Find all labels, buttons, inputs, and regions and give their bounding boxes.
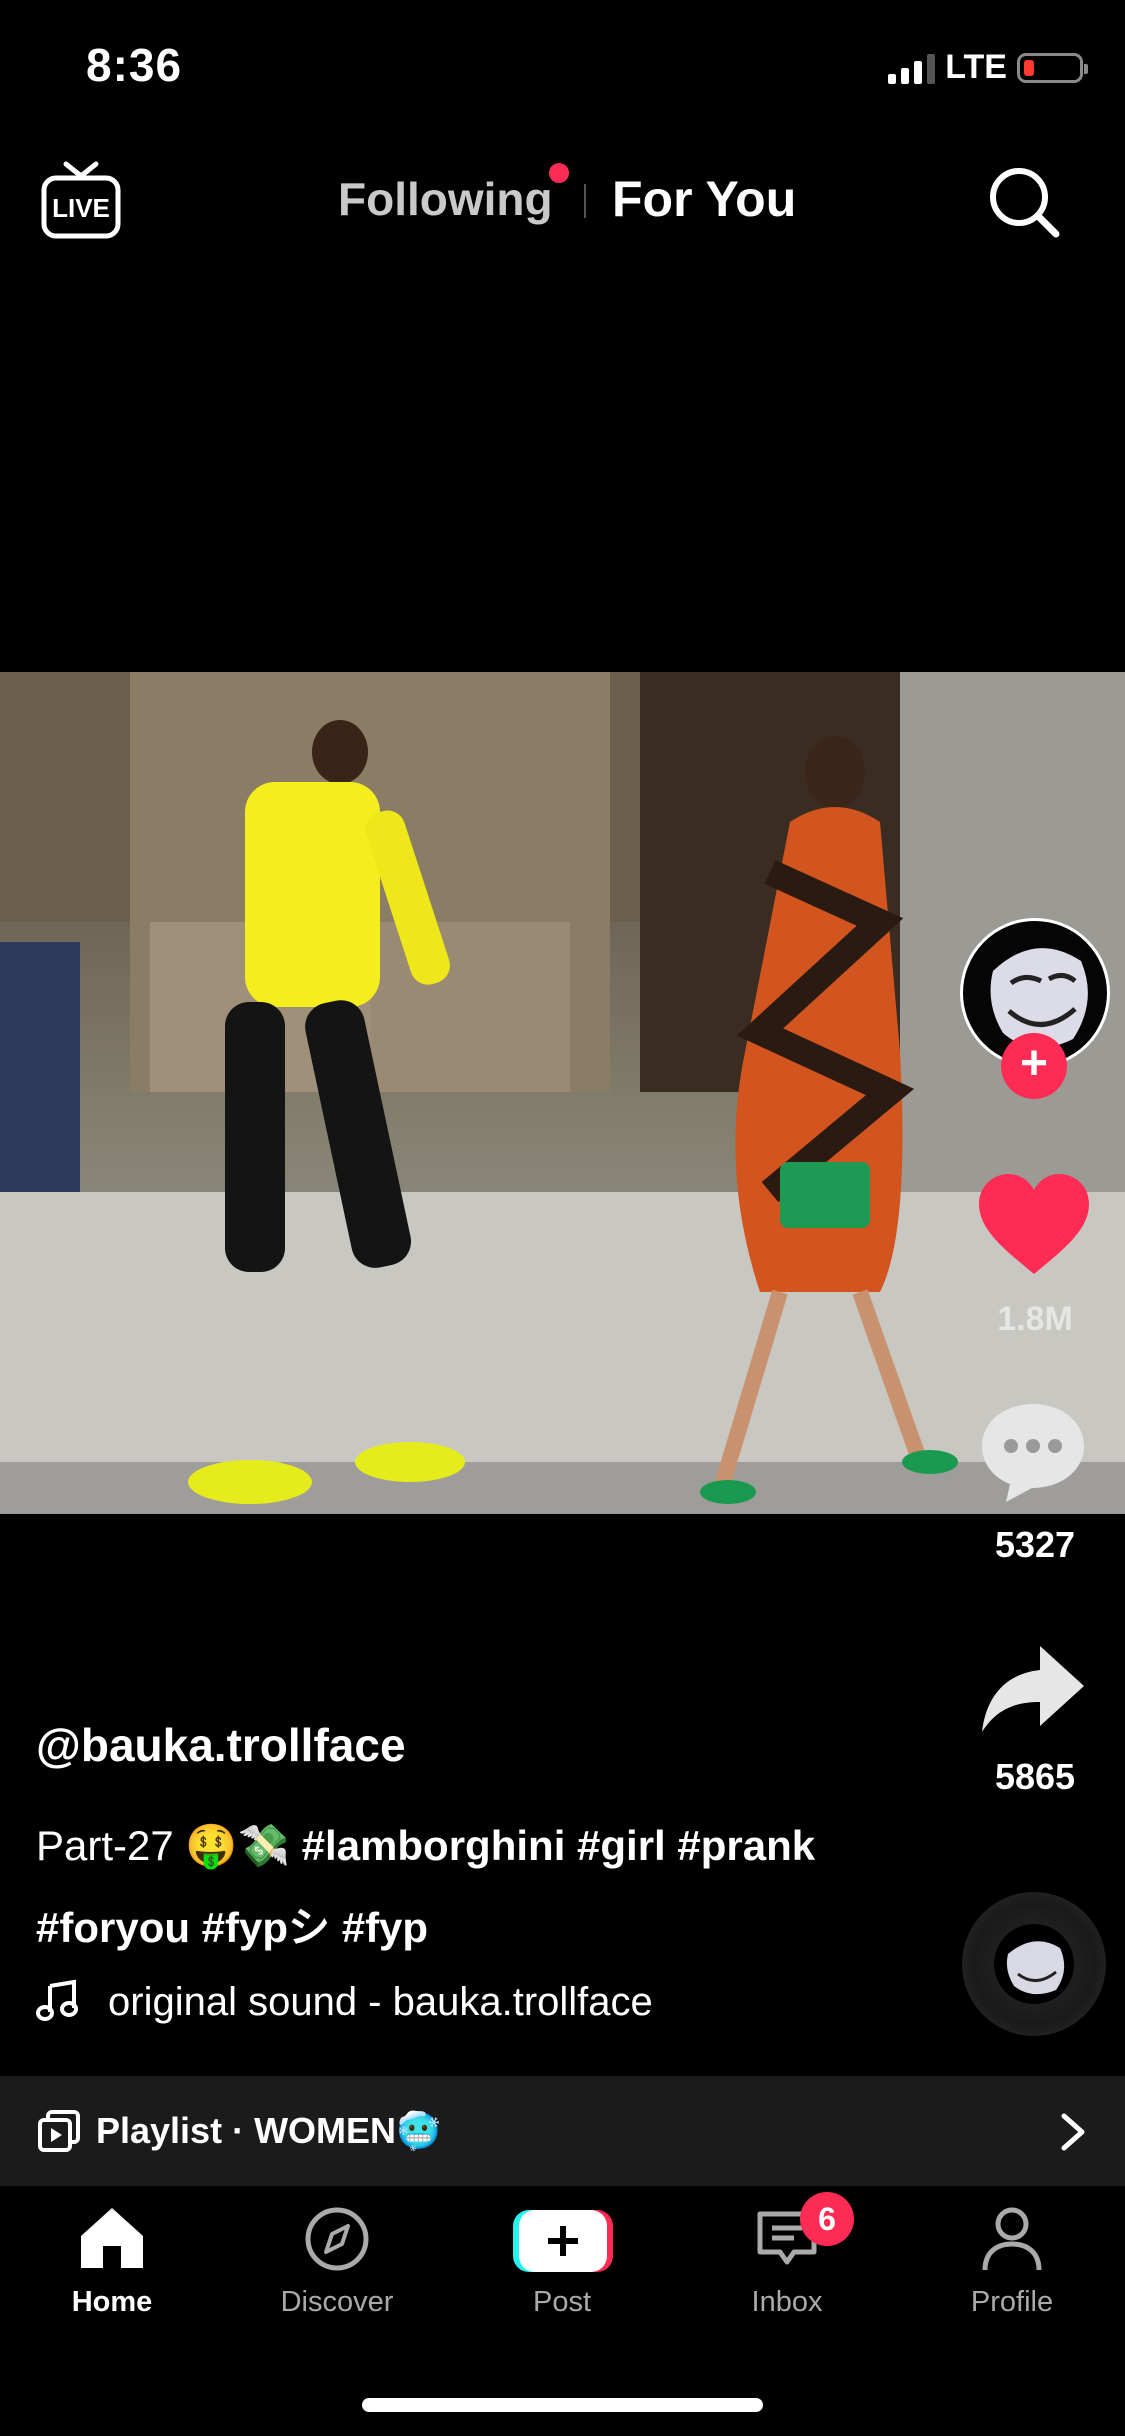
tab-divider [584, 184, 586, 218]
sound-name[interactable]: original sound - bauka.trollface [108, 1980, 653, 2025]
share-icon[interactable] [978, 1640, 1088, 1740]
music-note-icon [36, 1979, 78, 2021]
battery-icon [1017, 52, 1088, 83]
caption-line-1: Part-27 🤑💸 #lamborghini #girl #prank [36, 1822, 815, 1871]
playlist-label[interactable]: Playlist · WOMEN🥶 [96, 2110, 441, 2152]
tab-for-you[interactable]: For You [612, 170, 796, 228]
nav-label-inbox: Inbox [751, 2286, 823, 2318]
heart-icon[interactable] [975, 1170, 1093, 1280]
like-count: 1.8M [997, 1300, 1073, 1338]
caption-line-2[interactable]: #foryou #fypシ #fyp [36, 1894, 428, 1955]
plus-icon [513, 2210, 613, 2272]
inbox-badge: 6 [800, 2192, 854, 2246]
live-icon[interactable]: LIVE [40, 160, 122, 242]
sound-disc-avatar [994, 1924, 1074, 2004]
following-notification-dot [549, 163, 569, 183]
tab-following[interactable]: Following [338, 172, 553, 226]
caption-hashtags[interactable]: #lamborghini #girl #prank [302, 1822, 815, 1869]
creator-username[interactable]: @bauka.trollface [36, 1718, 406, 1772]
video-player[interactable] [0, 672, 1125, 1514]
comment-count: 5327 [994, 1524, 1076, 1565]
home-icon [81, 2208, 143, 2268]
chevron-right-icon[interactable] [1056, 2110, 1090, 2154]
trollface-disc-image [1006, 1941, 1065, 1995]
network-label: LTE [945, 48, 1007, 86]
comment-icon[interactable] [976, 1398, 1090, 1508]
signal-icon [888, 52, 936, 84]
follow-plus-button[interactable]: + [1001, 1033, 1067, 1099]
nav-label-post: Post [532, 2286, 592, 2318]
playlist-icon [38, 2110, 80, 2152]
nav-label-profile: Profile [970, 2286, 1054, 2318]
live-label: LIVE [52, 193, 110, 223]
nav-label-discover: Discover [280, 2286, 394, 2318]
video-frame [0, 672, 1125, 1514]
caption-text: Part-27 🤑💸 [36, 1822, 290, 1869]
compass-icon [305, 2207, 369, 2271]
profile-icon [982, 2207, 1042, 2271]
search-icon[interactable] [986, 164, 1062, 240]
status-indicators: LTE [888, 48, 1088, 87]
nav-label-home: Home [71, 2286, 153, 2318]
share-count: 5865 [994, 1756, 1076, 1797]
home-indicator [362, 2398, 763, 2412]
status-time: 8:36 [86, 39, 183, 91]
